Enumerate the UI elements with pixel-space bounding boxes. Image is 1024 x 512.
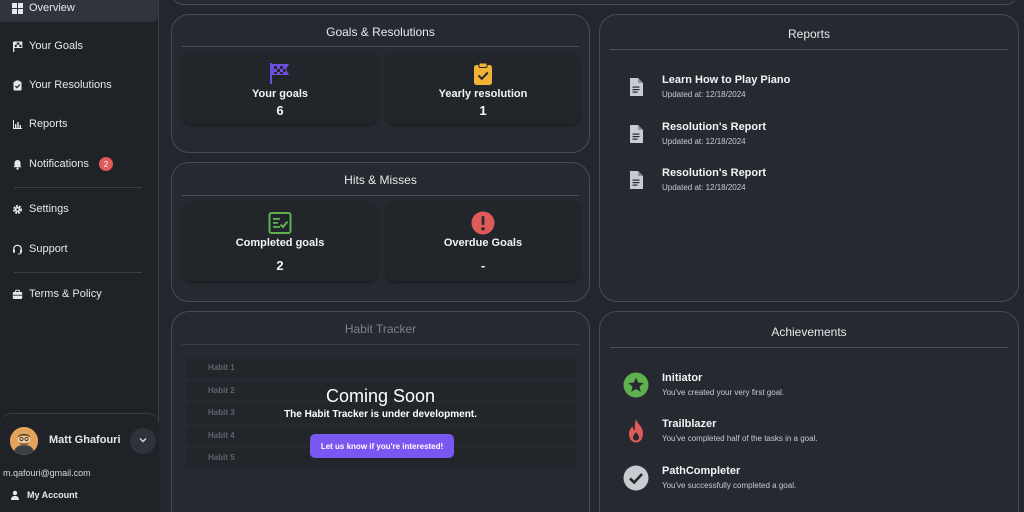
checkered-flag-icon bbox=[182, 62, 378, 84]
achievement-title: Trailblazer bbox=[662, 418, 717, 430]
user-menu-toggle[interactable] bbox=[130, 428, 156, 454]
achievement-item[interactable]: Trailblazer You've completed half of the… bbox=[622, 418, 998, 454]
report-item[interactable]: Learn How to Play Piano Updated at: 12/1… bbox=[622, 74, 998, 110]
achievement-description: You've successfully completed a goal. bbox=[662, 481, 797, 490]
achievement-description: You've created your very first goal. bbox=[662, 388, 785, 397]
coming-soon-subtitle: The Habit Tracker is under development. bbox=[284, 409, 477, 420]
stat-value: - bbox=[480, 258, 486, 273]
flag-icon bbox=[12, 41, 23, 52]
report-item[interactable]: Resolution's Report Updated at: 12/18/20… bbox=[622, 121, 998, 157]
headset-icon bbox=[12, 244, 23, 255]
card-title: Habit Tracker bbox=[344, 322, 417, 336]
sidebar-item-label: Notifications bbox=[29, 158, 89, 170]
sidebar-divider bbox=[14, 272, 142, 273]
achievement-item[interactable]: Initiator You've created your very first… bbox=[622, 372, 998, 408]
star-badge-icon bbox=[622, 372, 650, 398]
sidebar-item-label: Your Resolutions bbox=[29, 79, 112, 91]
report-title: Resolution's Report bbox=[662, 167, 767, 179]
stat-value: 6 bbox=[276, 103, 284, 118]
user-card: Matt Ghafouri m.qafouri@gmail.com My Acc… bbox=[0, 413, 159, 512]
bar-chart-icon bbox=[12, 119, 23, 130]
report-updated: Updated at: 12/18/2024 bbox=[662, 183, 746, 192]
stat-value: 1 bbox=[479, 103, 487, 118]
report-title: Resolution's Report bbox=[662, 121, 767, 133]
document-icon bbox=[622, 78, 650, 96]
sidebar-item-label: Your Goals bbox=[29, 40, 84, 52]
stat-label: Yearly resolution bbox=[438, 88, 528, 100]
coming-soon-title: Coming Soon bbox=[325, 386, 436, 406]
reports-card: Reports Learn How to Play Piano Updated … bbox=[599, 14, 1019, 302]
achievement-title: PathCompleter bbox=[662, 465, 741, 477]
sidebar-item-support[interactable]: Support bbox=[0, 236, 158, 262]
card-divider bbox=[610, 49, 1008, 50]
goals-resolutions-card: Goals & Resolutions Your goals 6 Yearly … bbox=[171, 14, 590, 153]
clipboard-check-icon bbox=[12, 80, 23, 91]
gear-icon bbox=[12, 204, 23, 215]
habit-tracker-card: Habit Tracker Habit 1 Habit 2 Habit 3 Ha… bbox=[171, 311, 590, 512]
sidebar-item-label: Terms & Policy bbox=[29, 288, 102, 300]
sidebar-item-your-goals[interactable]: Your Goals bbox=[0, 33, 158, 59]
sidebar-item-label: Support bbox=[29, 243, 68, 255]
sidebar-item-terms-policy[interactable]: Terms & Policy bbox=[0, 281, 158, 307]
flame-icon bbox=[622, 418, 650, 444]
bell-icon bbox=[12, 159, 23, 170]
user-icon bbox=[10, 490, 20, 500]
sidebar-item-settings[interactable]: Settings bbox=[0, 196, 158, 222]
checklist-icon bbox=[182, 211, 378, 235]
avatar[interactable] bbox=[10, 427, 38, 455]
document-icon bbox=[622, 125, 650, 143]
clipboard-check-icon bbox=[386, 62, 580, 86]
express-interest-button[interactable]: Let us know if you're interested! bbox=[310, 434, 454, 458]
user-name: Matt Ghafouri bbox=[49, 434, 121, 446]
sidebar-item-notifications[interactable]: Notifications 2 bbox=[0, 151, 158, 177]
stat-label: Overdue Goals bbox=[443, 237, 523, 249]
stat-label: Completed goals bbox=[235, 237, 325, 249]
top-panel bbox=[171, 0, 1018, 5]
my-account-label: My Account bbox=[27, 490, 78, 500]
report-updated: Updated at: 12/18/2024 bbox=[662, 137, 746, 146]
my-account-link[interactable]: My Account bbox=[10, 490, 78, 500]
chevron-down-icon bbox=[138, 432, 148, 450]
hits-misses-card: Hits & Misses Completed goals 2 Overdue … bbox=[171, 162, 590, 302]
card-title: Goals & Resolutions bbox=[326, 25, 435, 39]
check-circle-icon bbox=[622, 465, 650, 491]
card-divider bbox=[182, 195, 579, 196]
card-divider bbox=[182, 344, 579, 345]
sidebar-item-overview[interactable]: Overview bbox=[0, 0, 158, 22]
sidebar-item-your-resolutions[interactable]: Your Resolutions bbox=[0, 72, 158, 98]
sidebar-item-reports[interactable]: Reports bbox=[0, 111, 158, 137]
report-title: Learn How to Play Piano bbox=[662, 74, 791, 86]
document-icon bbox=[622, 171, 650, 189]
habit-row: Habit 1 bbox=[186, 358, 577, 378]
overdue-goals-stat[interactable]: Overdue Goals - bbox=[386, 201, 580, 281]
sidebar-item-label: Reports bbox=[29, 118, 68, 130]
report-item[interactable]: Resolution's Report Updated at: 12/18/20… bbox=[622, 167, 998, 203]
grid-icon bbox=[12, 2, 23, 14]
stat-value: 2 bbox=[276, 258, 284, 273]
exclamation-circle-icon bbox=[386, 211, 580, 235]
achievement-description: You've completed half of the tasks in a … bbox=[662, 434, 818, 443]
card-title: Reports bbox=[787, 27, 831, 41]
achievement-title: Initiator bbox=[662, 372, 703, 384]
card-title: Achievements bbox=[771, 325, 847, 339]
sidebar-item-label: Settings bbox=[29, 203, 69, 215]
card-title: Hits & Misses bbox=[344, 173, 417, 187]
user-email: m.qafouri@gmail.com bbox=[3, 468, 91, 478]
notification-count-badge: 2 bbox=[98, 157, 113, 171]
achievements-card: Achievements Initiator You've created yo… bbox=[599, 311, 1019, 512]
sidebar-item-label: Overview bbox=[29, 2, 75, 14]
card-divider bbox=[610, 347, 1008, 348]
completed-goals-stat[interactable]: Completed goals 2 bbox=[182, 201, 378, 281]
sidebar-divider bbox=[14, 187, 142, 188]
stat-label: Your goals bbox=[251, 88, 309, 100]
yearly-resolution-stat[interactable]: Yearly resolution 1 bbox=[386, 52, 580, 124]
card-divider bbox=[182, 46, 579, 47]
sidebar: Overview Your Goals Your Resolutions Rep… bbox=[0, 0, 159, 512]
your-goals-stat[interactable]: Your goals 6 bbox=[182, 52, 378, 124]
achievement-item[interactable]: PathCompleter You've successfully comple… bbox=[622, 465, 998, 501]
report-updated: Updated at: 12/18/2024 bbox=[662, 90, 746, 99]
briefcase-icon bbox=[12, 289, 23, 300]
